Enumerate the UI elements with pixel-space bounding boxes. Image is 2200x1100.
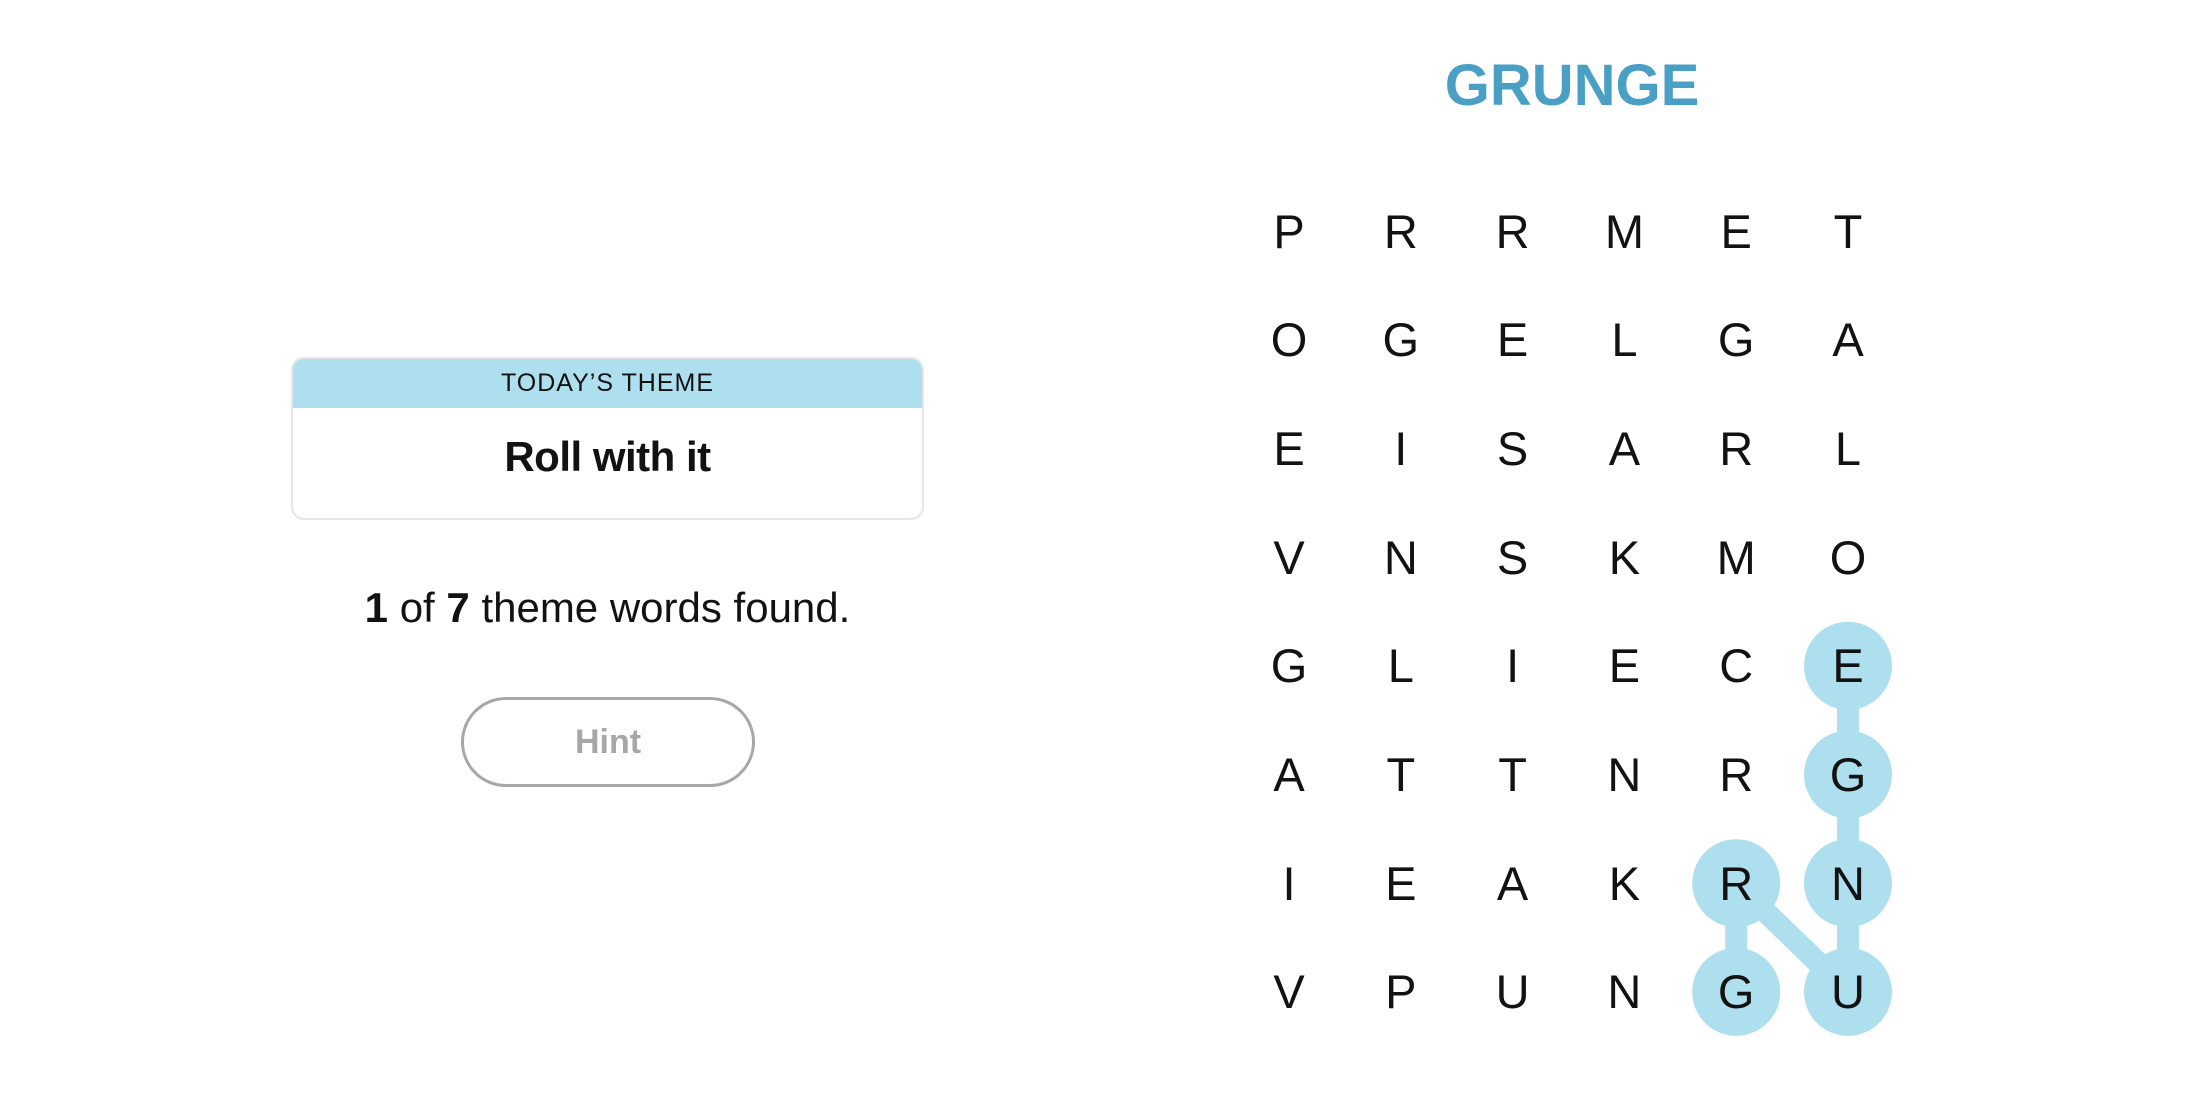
- letter-cell[interactable]: R: [1692, 839, 1780, 927]
- letter-cell[interactable]: O: [1804, 513, 1892, 601]
- letter-cell[interactable]: E: [1357, 839, 1445, 927]
- letter-cell[interactable]: N: [1804, 839, 1892, 927]
- letter-cell[interactable]: L: [1580, 296, 1668, 384]
- letter-cell[interactable]: T: [1804, 187, 1892, 275]
- letter-cell[interactable]: R: [1357, 187, 1445, 275]
- letter-cell[interactable]: R: [1469, 187, 1557, 275]
- letter-cell[interactable]: G: [1357, 296, 1445, 384]
- letter-cell[interactable]: L: [1357, 622, 1445, 710]
- letter-cell[interactable]: A: [1804, 296, 1892, 384]
- letter-cell[interactable]: A: [1245, 731, 1333, 819]
- letter-cell[interactable]: I: [1357, 404, 1445, 492]
- letter-cell[interactable]: I: [1245, 839, 1333, 927]
- letter-cell[interactable]: L: [1804, 404, 1892, 492]
- letter-cell[interactable]: M: [1692, 513, 1780, 601]
- letter-cell[interactable]: R: [1692, 731, 1780, 819]
- letter-cell[interactable]: A: [1469, 839, 1557, 927]
- letter-cell[interactable]: V: [1245, 513, 1333, 601]
- letter-cell[interactable]: E: [1245, 404, 1333, 492]
- letter-cell[interactable]: P: [1245, 187, 1333, 275]
- letter-cell[interactable]: G: [1692, 296, 1780, 384]
- letter-cell[interactable]: N: [1357, 513, 1445, 601]
- letter-cell[interactable]: V: [1245, 948, 1333, 1036]
- letter-cell[interactable]: E: [1580, 622, 1668, 710]
- letter-cell[interactable]: T: [1357, 731, 1445, 819]
- letter-cell[interactable]: N: [1580, 731, 1668, 819]
- letter-cell[interactable]: R: [1692, 404, 1780, 492]
- letter-cell[interactable]: P: [1357, 948, 1445, 1036]
- letter-cell[interactable]: U: [1804, 948, 1892, 1036]
- letter-cell[interactable]: N: [1580, 948, 1668, 1036]
- letter-cell[interactable]: S: [1469, 513, 1557, 601]
- letter-cell[interactable]: I: [1469, 622, 1557, 710]
- letter-cell[interactable]: G: [1804, 731, 1892, 819]
- letter-cell[interactable]: S: [1469, 404, 1557, 492]
- letter-cell[interactable]: G: [1245, 622, 1333, 710]
- letter-cell[interactable]: M: [1580, 187, 1668, 275]
- letter-cell[interactable]: E: [1469, 296, 1557, 384]
- letter-cell[interactable]: C: [1692, 622, 1780, 710]
- letter-grid: PRRMETOGELGAEISARLVNSKMOGLIECEATTNRGIEAK…: [0, 0, 2200, 1100]
- letter-cell[interactable]: O: [1245, 296, 1333, 384]
- letter-cell[interactable]: E: [1804, 622, 1892, 710]
- letter-cell[interactable]: U: [1469, 948, 1557, 1036]
- letter-cell[interactable]: K: [1580, 513, 1668, 601]
- letter-cell[interactable]: E: [1692, 187, 1780, 275]
- letter-cell[interactable]: G: [1692, 948, 1780, 1036]
- letter-cell[interactable]: K: [1580, 839, 1668, 927]
- letter-cell[interactable]: T: [1469, 731, 1557, 819]
